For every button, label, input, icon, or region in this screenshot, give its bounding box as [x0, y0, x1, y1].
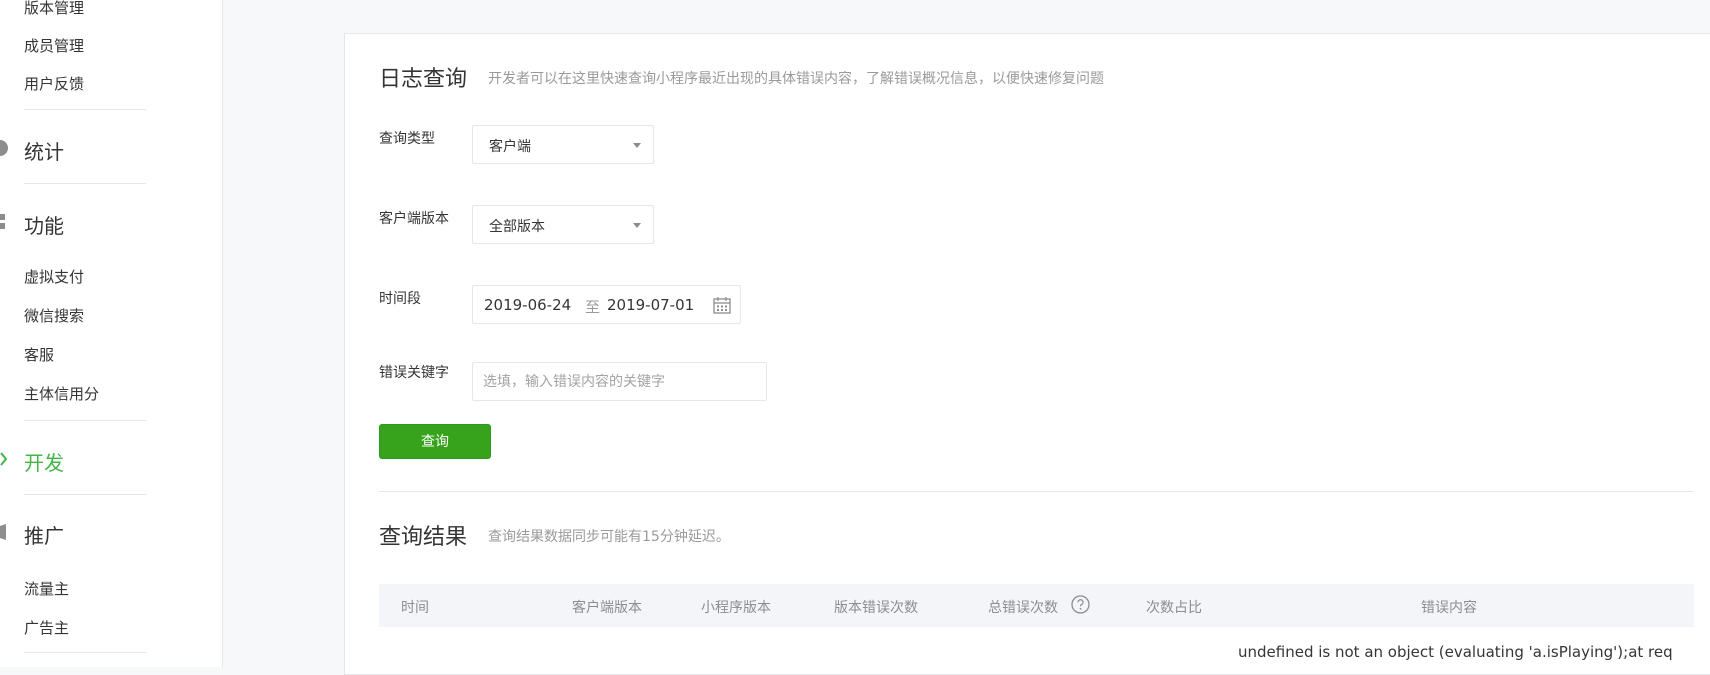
query-type-label: 查询类型: [379, 131, 435, 147]
sidebar-item-traffic-owner[interactable]: 流量主: [24, 578, 69, 599]
promote-icon: [0, 524, 6, 540]
chevron-right-icon: [0, 452, 8, 466]
help-icon[interactable]: [1071, 595, 1090, 614]
date-to: 2019-07-01: [607, 296, 695, 314]
log-query-description: 开发者可以在这里快速查询小程序最近出现的具体错误内容，了解错误概况信息，以便快速…: [488, 71, 1104, 87]
stats-icon: [0, 140, 8, 156]
client-version-value: 全部版本: [489, 219, 545, 235]
query-button[interactable]: 查询: [379, 424, 491, 459]
section-divider: [379, 491, 1694, 492]
sidebar-category-features[interactable]: 功能: [24, 210, 64, 239]
results-table-header: 时间 客户端版本 小程序版本 版本错误次数 总错误次数 次数占比 错误内容: [379, 584, 1694, 627]
column-header-error-content: 错误内容: [1421, 600, 1477, 616]
sidebar-divider: [24, 494, 146, 495]
log-query-title: 日志查询: [379, 67, 468, 92]
sidebar-item-virtual-payment[interactable]: 虚拟支付: [24, 266, 84, 287]
features-icon: [0, 214, 5, 229]
sidebar-divider: [24, 420, 146, 421]
sidebar-item-user-feedback[interactable]: 用户反馈: [24, 73, 84, 94]
sidebar-divider: [24, 183, 146, 184]
sidebar-item-wechat-search[interactable]: 微信搜索: [24, 305, 84, 326]
log-query-panel: 日志查询 开发者可以在这里快速查询小程序最近出现的具体错误内容，了解错误概况信息…: [344, 33, 1710, 675]
sidebar-category-stats[interactable]: 统计: [24, 136, 64, 165]
sidebar: 版本管理 成员管理 用户反馈 统计 功能 虚拟支付 微信搜索 客服 主体信用分 …: [0, 0, 223, 667]
sidebar-item-advertiser[interactable]: 广告主: [24, 617, 69, 638]
column-header-time: 时间: [401, 600, 429, 616]
caret-down-icon: [633, 223, 641, 228]
column-header-version-error-count: 版本错误次数: [834, 600, 918, 616]
sidebar-divider: [24, 109, 146, 110]
sidebar-item-member-management[interactable]: 成员管理: [24, 35, 84, 56]
column-header-client-version: 客户端版本: [572, 600, 642, 616]
caret-down-icon: [633, 143, 641, 148]
sidebar-item-credit-score[interactable]: 主体信用分: [24, 383, 99, 404]
query-type-select[interactable]: 客户端: [472, 125, 654, 164]
sidebar-item-customer-service[interactable]: 客服: [24, 344, 54, 365]
date-from: 2019-06-24: [484, 296, 572, 314]
results-description: 查询结果数据同步可能有15分钟延迟。: [488, 529, 730, 545]
sidebar-category-promote[interactable]: 推广: [24, 520, 64, 549]
client-version-label: 客户端版本: [379, 211, 449, 227]
time-range-label: 时间段: [379, 291, 421, 307]
sidebar-category-develop[interactable]: 开发: [24, 447, 64, 476]
date-separator: 至: [585, 298, 601, 316]
column-header-ratio: 次数占比: [1146, 600, 1202, 616]
sidebar-divider: [24, 652, 146, 653]
query-type-value: 客户端: [489, 139, 531, 155]
table-row-error-content: undefined is not an object (evaluating '…: [1238, 643, 1673, 661]
date-range-picker[interactable]: 2019-06-24 至 2019-07-01: [472, 285, 741, 324]
error-keyword-label: 错误关键字: [379, 365, 449, 381]
column-header-miniprogram-version: 小程序版本: [701, 600, 771, 616]
results-title: 查询结果: [379, 525, 468, 550]
error-keyword-input[interactable]: [472, 362, 767, 401]
column-header-total-error-count: 总错误次数: [988, 595, 1090, 617]
client-version-select[interactable]: 全部版本: [472, 205, 654, 244]
calendar-icon[interactable]: [713, 296, 731, 314]
sidebar-item-version-management[interactable]: 版本管理: [24, 0, 84, 18]
column-header-total-error-count-label: 总错误次数: [988, 600, 1058, 616]
